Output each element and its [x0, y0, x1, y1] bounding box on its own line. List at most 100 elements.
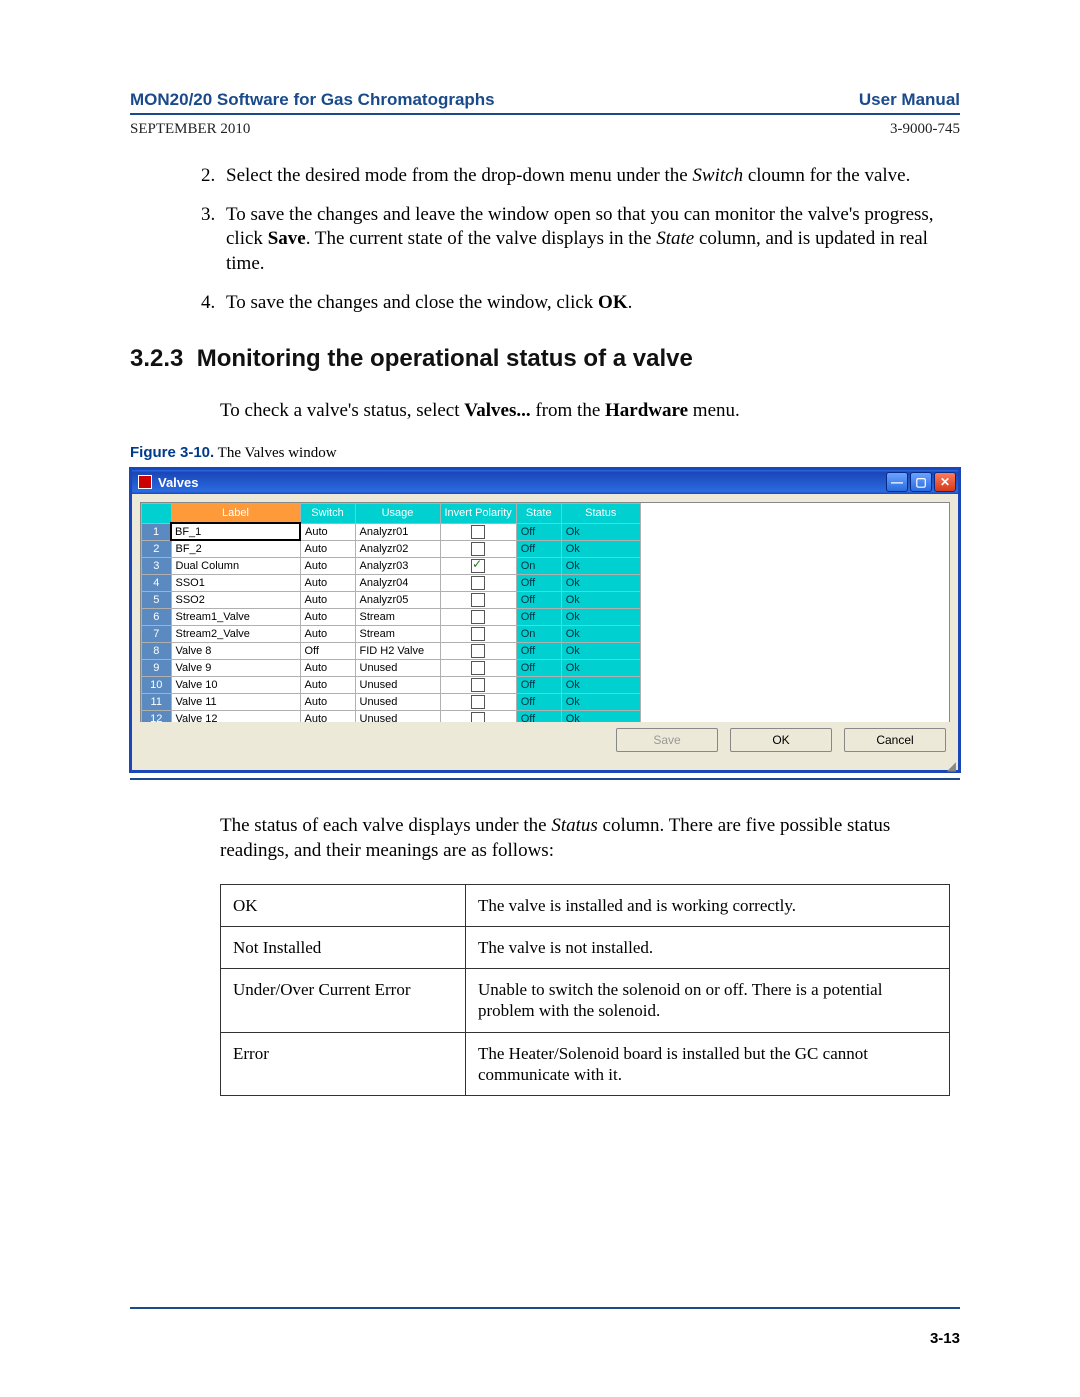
cell-usage[interactable]: Stream — [355, 626, 440, 643]
table-row[interactable]: 6Stream1_ValveAutoStreamOffOk — [142, 609, 641, 626]
table-row[interactable]: 11Valve 11AutoUnusedOffOk — [142, 694, 641, 711]
cell-invert-polarity[interactable] — [440, 609, 516, 626]
col-status[interactable]: Status — [561, 504, 640, 524]
checkbox-icon[interactable] — [471, 542, 485, 556]
row-number: 6 — [142, 609, 172, 626]
table-row[interactable]: 12Valve 12AutoUnusedOffOk — [142, 711, 641, 723]
cell-usage[interactable]: Analyzr03 — [355, 558, 440, 575]
cell-label[interactable]: BF_1 — [171, 523, 300, 540]
cell-usage[interactable]: Analyzr05 — [355, 592, 440, 609]
col-switch[interactable]: Switch — [300, 504, 355, 524]
table-row[interactable]: 10Valve 10AutoUnusedOffOk — [142, 677, 641, 694]
cell-usage[interactable]: FID H2 Valve — [355, 643, 440, 660]
close-button[interactable]: ✕ — [934, 472, 956, 492]
col-usage[interactable]: Usage — [355, 504, 440, 524]
window-title: Valves — [158, 475, 884, 490]
checkbox-icon[interactable] — [471, 627, 485, 641]
cell-invert-polarity[interactable] — [440, 643, 516, 660]
cell-label[interactable]: Valve 12 — [171, 711, 300, 723]
table-row[interactable]: 1BF_1AutoAnalyzr01OffOk — [142, 523, 641, 540]
cell-invert-polarity[interactable] — [440, 660, 516, 677]
table-row[interactable]: 3Dual ColumnAutoAnalyzr03OnOk — [142, 558, 641, 575]
cell-usage[interactable]: Unused — [355, 711, 440, 723]
cell-usage[interactable]: Stream — [355, 609, 440, 626]
cell-usage[interactable]: Analyzr04 — [355, 575, 440, 592]
cell-switch[interactable]: Auto — [300, 558, 355, 575]
minimize-button[interactable]: — — [886, 472, 908, 492]
cell-invert-polarity[interactable] — [440, 677, 516, 694]
cell-invert-polarity[interactable] — [440, 558, 516, 575]
cell-label[interactable]: Valve 10 — [171, 677, 300, 694]
table-row[interactable]: 9Valve 9AutoUnusedOffOk — [142, 660, 641, 677]
cell-invert-polarity[interactable] — [440, 592, 516, 609]
cell-status: Ok — [561, 575, 640, 592]
step-4: To save the changes and close the window… — [220, 291, 960, 316]
cell-invert-polarity[interactable] — [440, 575, 516, 592]
cell-invert-polarity[interactable] — [440, 540, 516, 558]
table-row[interactable]: 4SSO1AutoAnalyzr04OffOk — [142, 575, 641, 592]
cell-switch[interactable]: Auto — [300, 609, 355, 626]
cell-status: Ok — [561, 540, 640, 558]
resize-grip-icon[interactable]: ◢ — [132, 762, 958, 770]
checkbox-icon[interactable] — [471, 593, 485, 607]
cell-switch[interactable]: Auto — [300, 626, 355, 643]
row-number: 10 — [142, 677, 172, 694]
table-row[interactable]: 7Stream2_ValveAutoStreamOnOk — [142, 626, 641, 643]
cell-status: Ok — [561, 694, 640, 711]
cell-invert-polarity[interactable] — [440, 523, 516, 540]
checkbox-icon[interactable] — [471, 678, 485, 692]
cell-state: Off — [516, 677, 561, 694]
cell-usage[interactable]: Unused — [355, 694, 440, 711]
cell-label[interactable]: Valve 11 — [171, 694, 300, 711]
col-state[interactable]: State — [516, 504, 561, 524]
footer-rule — [130, 1307, 960, 1309]
cell-switch[interactable]: Auto — [300, 660, 355, 677]
cell-label[interactable]: Dual Column — [171, 558, 300, 575]
row-number: 5 — [142, 592, 172, 609]
cell-switch[interactable]: Auto — [300, 592, 355, 609]
checkbox-icon[interactable] — [471, 661, 485, 675]
valves-grid[interactable]: Label Switch Usage Invert Polarity State… — [140, 502, 950, 722]
table-row[interactable]: 8Valve 8OffFID H2 ValveOffOk — [142, 643, 641, 660]
checkbox-icon[interactable] — [471, 525, 485, 539]
cell-label[interactable]: Stream2_Valve — [171, 626, 300, 643]
maximize-button[interactable]: ▢ — [910, 472, 932, 492]
ok-button[interactable]: OK — [730, 728, 832, 752]
cell-switch[interactable]: Auto — [300, 523, 355, 540]
table-row[interactable]: 2BF_2AutoAnalyzr02OffOk — [142, 540, 641, 558]
col-invert-polarity[interactable]: Invert Polarity — [440, 504, 516, 524]
save-button[interactable]: Save — [616, 728, 718, 752]
cell-state: Off — [516, 575, 561, 592]
cell-invert-polarity[interactable] — [440, 711, 516, 723]
cell-switch[interactable]: Auto — [300, 711, 355, 723]
cell-label[interactable]: Stream1_Valve — [171, 609, 300, 626]
cell-usage[interactable]: Analyzr02 — [355, 540, 440, 558]
checkbox-icon[interactable] — [471, 610, 485, 624]
cell-label[interactable]: Valve 8 — [171, 643, 300, 660]
table-row[interactable]: 5SSO2AutoAnalyzr05OffOk — [142, 592, 641, 609]
cell-status: Ok — [561, 711, 640, 723]
after-figure-paragraph: The status of each valve displays under … — [220, 814, 960, 863]
cell-switch[interactable]: Auto — [300, 677, 355, 694]
checkbox-icon[interactable] — [471, 576, 485, 590]
cell-usage[interactable]: Unused — [355, 677, 440, 694]
cell-label[interactable]: BF_2 — [171, 540, 300, 558]
checkbox-icon[interactable] — [471, 712, 485, 722]
cell-label[interactable]: Valve 9 — [171, 660, 300, 677]
cell-usage[interactable]: Analyzr01 — [355, 523, 440, 540]
cell-switch[interactable]: Auto — [300, 575, 355, 592]
checkbox-icon[interactable] — [471, 559, 485, 573]
cell-label[interactable]: SSO1 — [171, 575, 300, 592]
checkbox-icon[interactable] — [471, 695, 485, 709]
cell-invert-polarity[interactable] — [440, 626, 516, 643]
cell-switch[interactable]: Auto — [300, 694, 355, 711]
cell-switch[interactable]: Off — [300, 643, 355, 660]
cell-usage[interactable]: Unused — [355, 660, 440, 677]
col-label[interactable]: Label — [171, 504, 300, 524]
checkbox-icon[interactable] — [471, 644, 485, 658]
window-titlebar[interactable]: Valves — ▢ ✕ — [132, 470, 958, 494]
cell-label[interactable]: SSO2 — [171, 592, 300, 609]
cell-invert-polarity[interactable] — [440, 694, 516, 711]
cell-switch[interactable]: Auto — [300, 540, 355, 558]
cancel-button[interactable]: Cancel — [844, 728, 946, 752]
